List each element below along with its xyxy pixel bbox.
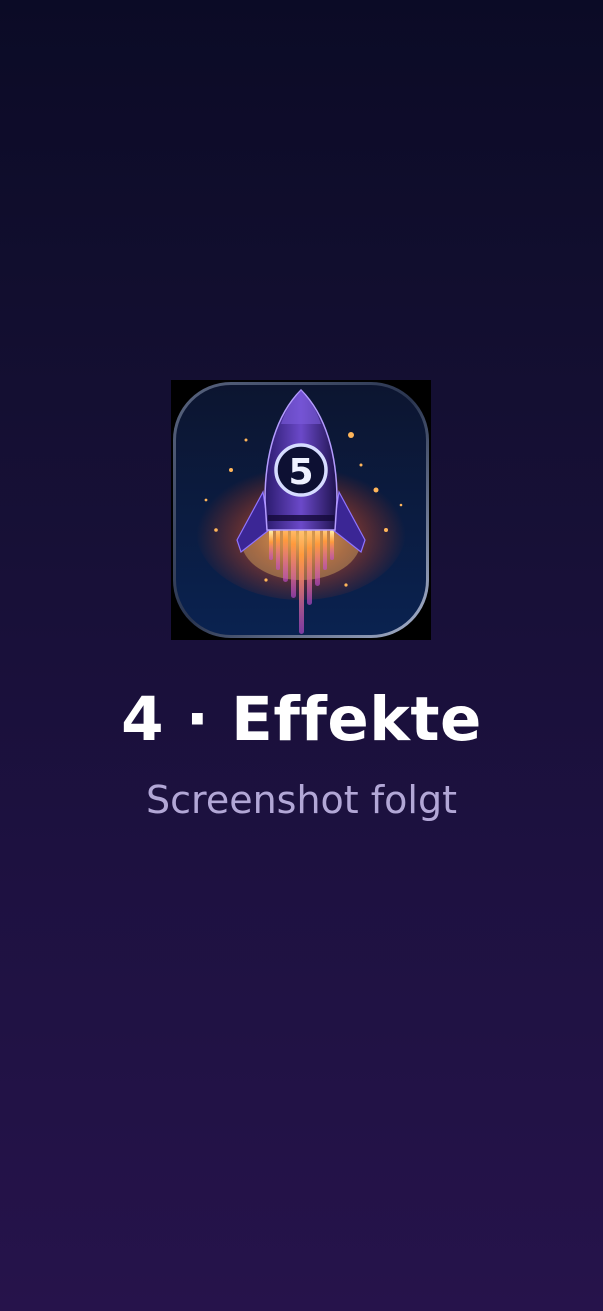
rocket-icon: 5	[173, 382, 429, 638]
app-icon: 5	[171, 380, 431, 640]
page-title: 4 · Effekte	[121, 684, 482, 755]
placeholder-screen: 5 4 · Effekte Screenshot folgt	[0, 0, 603, 1311]
page-subtitle: Screenshot folgt	[146, 778, 457, 822]
svg-text:5: 5	[288, 452, 313, 493]
